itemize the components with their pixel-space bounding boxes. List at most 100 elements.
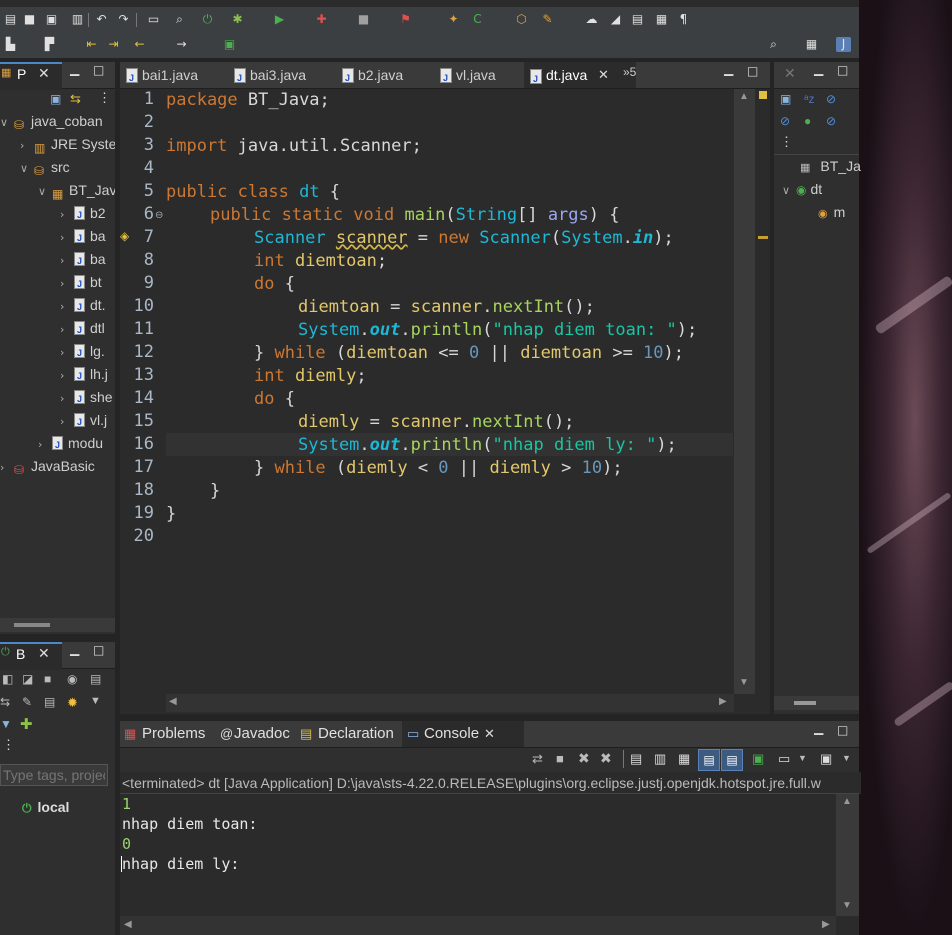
clear-console-icon[interactable]: ▤ — [630, 751, 642, 767]
edit-icon[interactable]: ✎ — [22, 695, 32, 709]
tree-item-package[interactable]: ∨ ▦ BT_Jav — [38, 179, 115, 201]
show-on-output-icon[interactable]: ▤ — [698, 749, 720, 771]
run-icon[interactable]: ▶ — [272, 12, 287, 27]
new-class-icon[interactable]: C — [470, 12, 485, 27]
back-icon[interactable]: ← — [132, 37, 147, 52]
maximize-icon[interactable]: □ — [93, 63, 104, 77]
pin-console-icon[interactable]: ▣ — [752, 751, 764, 767]
terminate-icon[interactable]: ■ — [556, 751, 564, 766]
overview-ruler[interactable] — [754, 89, 771, 694]
minimize-icon[interactable]: ▁ — [814, 62, 823, 76]
add-icon[interactable]: ✚ — [20, 715, 33, 733]
tree-item-file[interactable]: ›b2 — [60, 202, 106, 226]
open-task-icon[interactable]: ✎ — [540, 12, 555, 27]
forward-icon[interactable]: → — [174, 37, 189, 52]
word-wrap-icon[interactable]: ◢ — [608, 12, 623, 27]
external-tools-icon[interactable]: ⚑ — [398, 12, 413, 27]
close-icon[interactable]: ✕ — [38, 645, 50, 662]
save-all-icon[interactable]: ▣ — [44, 12, 59, 27]
link-icon[interactable]: ⇆ — [0, 695, 10, 709]
annotation-nav-icon[interactable]: ▛ — [42, 37, 57, 52]
code-editor[interactable] — [120, 89, 734, 694]
terminal-icon[interactable]: ▭ — [146, 12, 161, 27]
open-type-icon[interactable]: ⬡ — [514, 12, 529, 27]
remove-launch-icon[interactable]: ⇄ — [532, 751, 543, 767]
java-perspective-icon[interactable]: J — [836, 37, 851, 52]
open-web-icon[interactable]: ▤ — [90, 672, 101, 686]
scroll-down-icon[interactable]: ▼ — [739, 677, 749, 688]
search-icon[interactable]: ⌕ — [172, 12, 187, 27]
hide-local-types-icon[interactable]: ⊘ — [826, 114, 836, 128]
maximize-icon[interactable]: □ — [837, 723, 848, 737]
show-whitespace-icon[interactable]: ▦ — [654, 12, 669, 27]
boot-dashboard-tab[interactable]: B — [16, 646, 25, 662]
console-vertical-scrollbar[interactable]: ▲ ▼ — [836, 794, 859, 916]
minimize-icon[interactable]: ▁ — [70, 642, 79, 656]
open-perspective-icon[interactable]: ▦ — [804, 37, 819, 52]
editor-tab-active[interactable]: dt.java✕ — [524, 60, 636, 92]
start-icon[interactable]: ◪ — [22, 672, 33, 686]
hide-fields-icon[interactable]: ⊘ — [826, 92, 836, 106]
stop-icon[interactable]: ■ — [356, 12, 371, 27]
prev-annotation-icon[interactable]: ⇤ — [84, 37, 99, 52]
maximize-icon[interactable]: □ — [747, 64, 758, 78]
tree-item-file[interactable]: ›dtl — [60, 317, 105, 341]
tree-item-file[interactable]: ›dt. — [60, 294, 106, 318]
remove-all-icon[interactable]: ✖ — [600, 750, 612, 767]
outline-item-package[interactable]: ▦ BT_Ja — [800, 155, 861, 177]
hide-static-icon[interactable]: ⊘ — [780, 114, 790, 128]
tree-item-module[interactable]: ›modu — [38, 432, 103, 456]
editor-vertical-scrollbar[interactable]: ▲ ▼ — [734, 89, 754, 694]
stop-icon[interactable]: ■ — [44, 672, 51, 686]
deploy-icon[interactable]: ▤ — [44, 695, 55, 709]
scroll-right-icon[interactable]: ▶ — [719, 696, 727, 707]
minimize-icon[interactable]: ▁ — [724, 62, 733, 76]
tree-item-file[interactable]: ›she — [60, 386, 113, 410]
block-selection-icon[interactable]: ▤ — [630, 12, 645, 27]
horizontal-scrollbar[interactable] — [0, 618, 115, 632]
scroll-left-icon[interactable]: ◀ — [169, 696, 177, 707]
scroll-right-icon[interactable]: ▶ — [822, 919, 830, 930]
power-icon[interactable]: ⏻ — [200, 12, 215, 27]
save-icon[interactable]: ■ — [22, 12, 37, 27]
tree-item-jre[interactable]: › ▥ JRE Syste — [20, 133, 115, 155]
tree-item-file[interactable]: ›lg. — [60, 340, 105, 364]
remove-icon[interactable]: ✖ — [578, 750, 590, 767]
scroll-down-icon[interactable]: ▼ — [842, 900, 852, 911]
tree-item-src[interactable]: ∨ ⛁ src — [20, 156, 70, 178]
warning-marker-icon[interactable]: ◈ — [120, 229, 129, 243]
tab-overflow[interactable]: »5 — [623, 65, 636, 79]
print-icon[interactable]: ▥ — [70, 12, 85, 27]
undo-icon[interactable]: ↶ — [94, 12, 109, 27]
next-annotation-icon[interactable]: ⇥ — [106, 37, 121, 52]
filter-icon[interactable]: ▼ — [0, 717, 12, 731]
tree-item-project[interactable]: › ⛁ JavaBasic — [0, 455, 95, 477]
quick-access-search-icon[interactable]: ⌕ — [766, 37, 781, 52]
package-explorer-tab[interactable]: P — [17, 66, 26, 82]
display-console-icon[interactable]: ▭ — [778, 751, 790, 767]
collapse-all-icon[interactable]: ▣ — [780, 92, 791, 106]
minimize-icon[interactable]: ▁ — [70, 62, 79, 76]
scroll-up-icon[interactable]: ▲ — [739, 91, 749, 102]
outline-item-class[interactable]: ∨ ◉ dt — [782, 178, 822, 200]
chevron-down-icon[interactable]: ▼ — [798, 753, 807, 763]
sort-icon[interactable]: ᵃz — [804, 92, 814, 106]
new-icon[interactable]: ▤ — [3, 12, 18, 27]
refresh-icon[interactable]: ◧ — [2, 672, 13, 686]
scroll-lock-icon[interactable]: ▥ — [654, 751, 666, 767]
redo-icon[interactable]: ↷ — [116, 12, 131, 27]
scroll-left-icon[interactable]: ◀ — [124, 919, 132, 930]
word-wrap-icon[interactable]: ▦ — [678, 751, 690, 767]
new-java-project-icon[interactable]: ✦ — [446, 12, 461, 27]
lightbulb-icon[interactable]: ✹ — [67, 695, 78, 711]
close-icon[interactable]: ✕ — [38, 65, 50, 82]
console-horizontal-scrollbar[interactable]: ◀ ▶ — [120, 916, 836, 935]
tree-item-file[interactable]: ›lh.j — [60, 363, 108, 387]
view-menu-icon[interactable]: ⋮ — [780, 134, 793, 150]
scroll-up-icon[interactable]: ▲ — [842, 796, 852, 807]
horizontal-scrollbar[interactable] — [774, 696, 859, 710]
tree-item-file[interactable]: ›ba — [60, 248, 106, 272]
chevron-down-icon[interactable]: ▼ — [90, 695, 101, 707]
fold-icon[interactable]: ⊖ — [155, 210, 163, 221]
open-console-icon[interactable]: ▣ — [820, 751, 832, 767]
